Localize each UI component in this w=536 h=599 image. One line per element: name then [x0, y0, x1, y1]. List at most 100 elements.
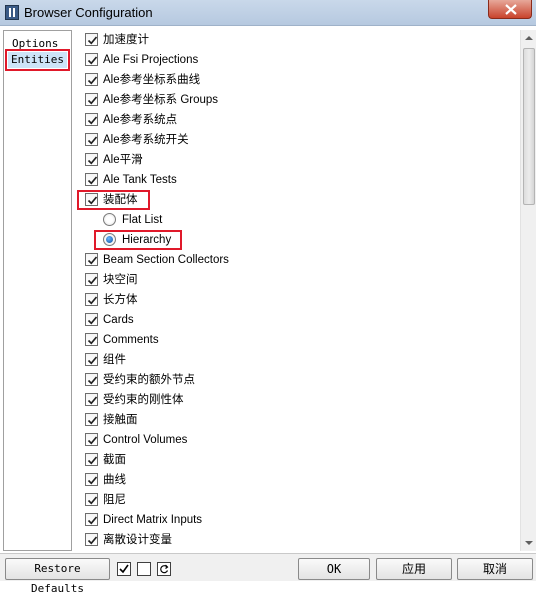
check-all-icon[interactable]: [117, 562, 131, 576]
close-icon: [505, 4, 517, 15]
check-icon: [87, 476, 98, 485]
entity-checkbox-row[interactable]: 离散设计变量: [75, 530, 515, 550]
row-label: 组件: [103, 354, 126, 366]
nav-item-options[interactable]: Options: [9, 36, 61, 52]
entity-list: 加速度计 Ale Fsi Projections Ale参考坐标系曲线 Ale参考坐标…: [75, 30, 536, 551]
checkbox[interactable]: [85, 93, 98, 106]
check-icon: [87, 396, 98, 405]
check-icon: [87, 496, 98, 505]
entity-checkbox-row[interactable]: 组件: [75, 350, 515, 370]
entity-checkbox-row[interactable]: 长方体: [75, 290, 515, 310]
checkbox[interactable]: [85, 313, 98, 326]
check-icon: [87, 176, 98, 185]
radio-option[interactable]: Hierarchy: [75, 230, 515, 250]
radio-button[interactable]: [103, 213, 116, 226]
vertical-scrollbar[interactable]: [520, 30, 536, 551]
checkbox[interactable]: [85, 133, 98, 146]
row-label: Ale Tank Tests: [103, 174, 177, 186]
nav-item-entities[interactable]: Entities: [5, 49, 70, 71]
check-icon: [87, 256, 98, 265]
row-label: Ale参考坐标系 Groups: [103, 94, 219, 106]
checkbox[interactable]: [85, 73, 98, 86]
entity-checkbox-row[interactable]: 加速度计: [75, 30, 515, 50]
check-icon: [87, 356, 98, 365]
uncheck-all-icon[interactable]: [137, 562, 151, 576]
scroll-down-button[interactable]: [521, 535, 536, 551]
check-icon: [87, 156, 98, 165]
row-label: 接触面: [103, 414, 138, 426]
checkbox[interactable]: [85, 353, 98, 366]
checkbox[interactable]: [85, 513, 98, 526]
checkbox[interactable]: [85, 193, 98, 206]
checkbox[interactable]: [85, 413, 98, 426]
check-icon: [87, 316, 98, 325]
entity-checkbox-row[interactable]: Ale参考坐标系曲线: [75, 70, 515, 90]
checkbox[interactable]: [85, 113, 98, 126]
row-label: 阻尼: [103, 494, 126, 506]
entity-checkbox-row[interactable]: Comments: [75, 330, 515, 350]
entity-checkbox-row[interactable]: Ale参考坐标系 Groups: [75, 90, 515, 110]
entity-checkbox-row[interactable]: Ale参考系统开关: [75, 130, 515, 150]
category-tree: Options Entities: [3, 30, 72, 551]
entity-checkbox-row[interactable]: Direct Matrix Inputs: [75, 510, 515, 530]
scroll-up-button[interactable]: [521, 30, 536, 46]
radio-option[interactable]: Flat List: [75, 210, 515, 230]
entity-checkbox-row[interactable]: 受约束的额外节点: [75, 370, 515, 390]
check-icon: [87, 296, 98, 305]
refresh-icon[interactable]: [157, 562, 171, 576]
row-label: Comments: [103, 334, 159, 346]
entity-checkbox-row[interactable]: 截面: [75, 450, 515, 470]
entity-checkbox-row[interactable]: Cards: [75, 310, 515, 330]
check-icon: [87, 276, 98, 285]
arrow-up-icon: [525, 36, 533, 40]
apply-button[interactable]: 应用: [376, 558, 452, 580]
entity-checkbox-row[interactable]: Control Volumes: [75, 430, 515, 450]
title-bar: Browser Configuration: [0, 0, 536, 26]
row-label: 加速度计: [103, 34, 149, 46]
row-label: Ale参考系统开关: [103, 134, 189, 146]
checkbox[interactable]: [85, 33, 98, 46]
checkbox[interactable]: [85, 493, 98, 506]
check-icon: [87, 96, 98, 105]
radio-button[interactable]: [103, 233, 116, 246]
checkbox[interactable]: [85, 53, 98, 66]
entity-checkbox-row[interactable]: Beam Section Collectors: [75, 250, 515, 270]
cancel-button[interactable]: 取消: [457, 558, 533, 580]
checkbox[interactable]: [85, 473, 98, 486]
check-icon: [87, 196, 98, 205]
row-label: Cards: [103, 314, 134, 326]
entity-checkbox-row[interactable]: Ale平滑: [75, 150, 515, 170]
entity-checkbox-row[interactable]: Ale参考系统点: [75, 110, 515, 130]
entity-checkbox-row[interactable]: 曲线: [75, 470, 515, 490]
entity-checkbox-row[interactable]: Ale Fsi Projections: [75, 50, 515, 70]
check-icon: [87, 76, 98, 85]
ok-button[interactable]: OK: [298, 558, 370, 580]
row-label: Ale Fsi Projections: [103, 54, 199, 66]
checkbox[interactable]: [85, 253, 98, 266]
checkbox[interactable]: [85, 273, 98, 286]
check-icon: [87, 456, 98, 465]
entity-checkbox-row[interactable]: 装配体: [75, 190, 515, 210]
checkbox[interactable]: [85, 333, 98, 346]
checkbox[interactable]: [85, 393, 98, 406]
entity-checkbox-row[interactable]: Ale Tank Tests: [75, 170, 515, 190]
checkbox[interactable]: [85, 533, 98, 546]
check-icon: [87, 56, 98, 65]
entity-checkbox-row[interactable]: 受约束的刚性体: [75, 390, 515, 410]
checkbox[interactable]: [85, 453, 98, 466]
row-label: Ale参考坐标系曲线: [103, 74, 201, 86]
checkbox[interactable]: [85, 293, 98, 306]
scroll-thumb[interactable]: [523, 48, 535, 205]
entity-checkbox-row[interactable]: 阻尼: [75, 490, 515, 510]
entity-checkbox-row[interactable]: 块空间: [75, 270, 515, 290]
restore-defaults-button[interactable]: Restore Defaults: [5, 558, 110, 595]
checkbox[interactable]: [85, 173, 98, 186]
close-button[interactable]: [488, 0, 532, 19]
entity-checkbox-row[interactable]: 接触面: [75, 410, 515, 430]
checkbox[interactable]: [85, 373, 98, 386]
row-label: 长方体: [103, 294, 138, 306]
row-label: Control Volumes: [103, 434, 188, 446]
checkbox[interactable]: [85, 153, 98, 166]
row-label: Direct Matrix Inputs: [103, 514, 203, 526]
checkbox[interactable]: [85, 433, 98, 446]
